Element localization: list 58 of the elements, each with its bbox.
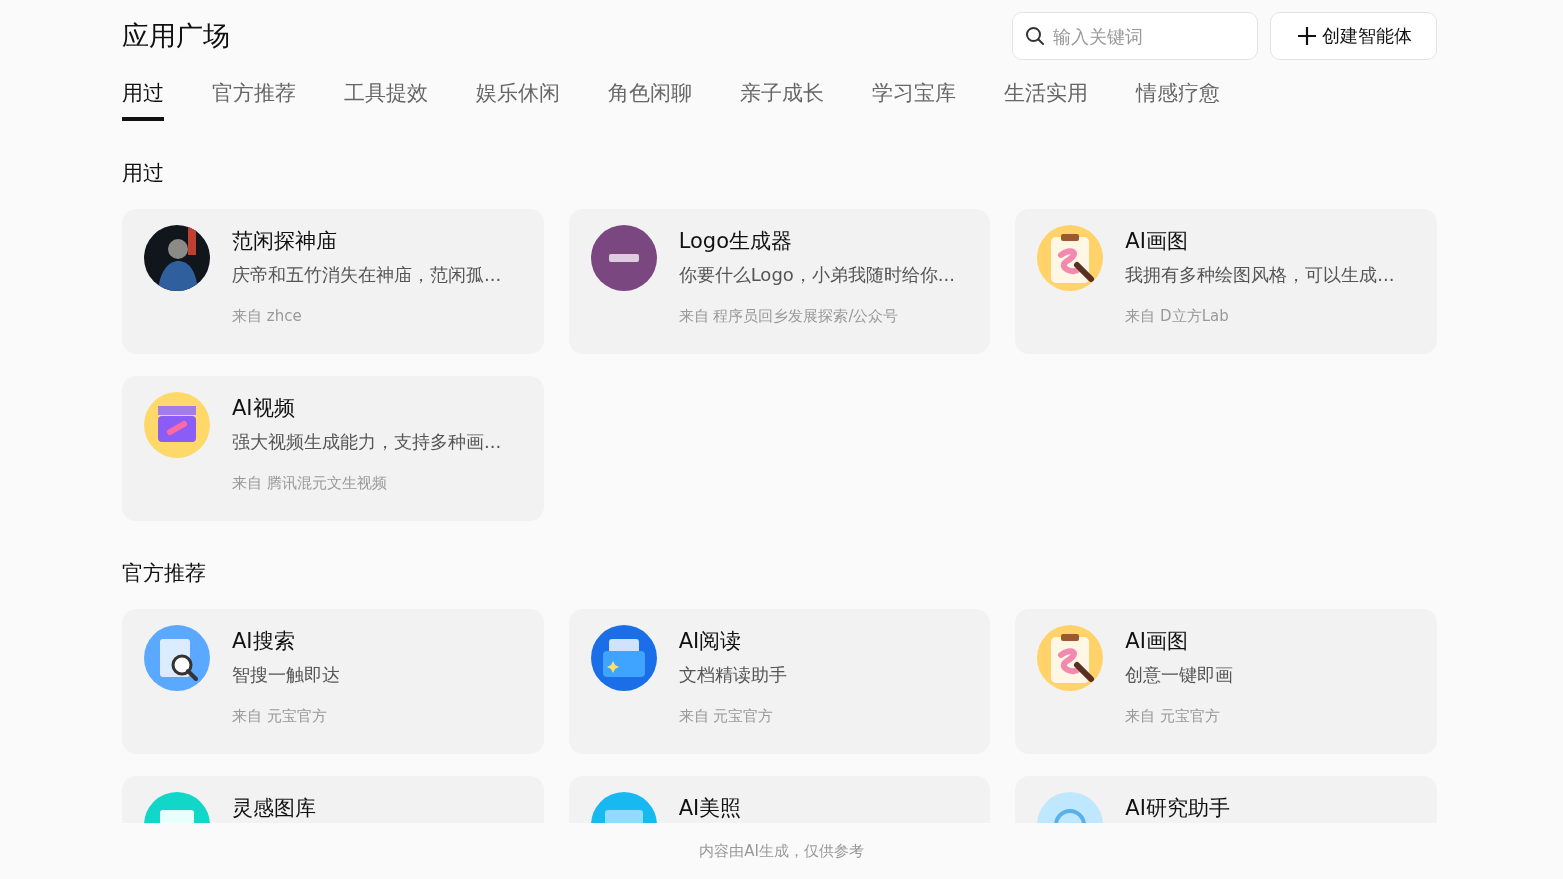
search-icon	[1025, 26, 1045, 46]
folder-icon	[590, 625, 657, 691]
category-tab[interactable]: 情感疗愈	[1136, 73, 1220, 121]
app-card[interactable]: AI阅读 文档精读助手 来自 元宝官方	[568, 609, 991, 754]
app-source: 来自 腾讯混元文生视频	[232, 474, 388, 493]
app-title: AI视频	[232, 395, 296, 422]
category-tab[interactable]: 官方推荐	[212, 73, 296, 121]
app-title: 灵感图库	[232, 795, 316, 822]
app-description: 文档精读助手	[678, 663, 787, 687]
category-tab[interactable]: 用过	[122, 73, 164, 121]
app-card[interactable]: AI研究助手	[1015, 776, 1437, 823]
plus-icon	[1295, 25, 1318, 47]
category-tab[interactable]: 娱乐休闲	[476, 73, 560, 121]
app-title: AI阅读	[678, 628, 743, 655]
clapperboard-icon	[144, 392, 210, 458]
app-title: 范闲探神庙	[232, 228, 338, 255]
section-heading: 用过	[122, 160, 165, 187]
category-tab[interactable]: 工具提效	[344, 73, 428, 121]
create-agent-button[interactable]: 创建智能体	[1270, 12, 1437, 60]
app-title: AI研究助手	[1125, 795, 1230, 822]
app-title: AI画图	[1125, 228, 1189, 255]
app-card[interactable]: AI画图 创意一键即画 来自 元宝官方	[1015, 609, 1437, 754]
app-title: Logo生成器	[678, 228, 793, 255]
search-field[interactable]: 输入关键词	[1012, 12, 1258, 60]
app-description: 智搜一触即达	[232, 663, 340, 687]
logo-icon	[590, 225, 657, 291]
category-tab[interactable]: 亲子成长	[740, 73, 824, 121]
app-card[interactable]: AI视频 强大视频生成能力，支持多种画... 来自 腾讯混元文生视频	[122, 376, 544, 521]
app-source: 来自 程序员回乡发展探索/公众号	[678, 307, 900, 326]
app-title: AI美照	[678, 795, 742, 822]
app-card[interactable]: Logo生成器 你要什么Logo，小弟我随时给你... 来自 程序员回乡发展探索/公众号	[568, 209, 991, 354]
category-tab[interactable]: 学习宝库	[872, 73, 956, 121]
page-title: 应用广场	[122, 19, 231, 53]
app-card[interactable]: 范闲探神庙 庆帝和五竹消失在神庙，范闲孤... 来自 zhce	[122, 209, 544, 354]
app-card[interactable]: 灵感图库	[122, 776, 544, 823]
app-description: 庆帝和五竹消失在神庙，范闲孤...	[232, 263, 502, 287]
app-title: AI搜索	[232, 628, 296, 655]
app-description: 我拥有多种绘图风格，可以生成...	[1125, 263, 1395, 287]
category-tab[interactable]: 生活实用	[1004, 73, 1088, 121]
app-card[interactable]: AI画图 我拥有多种绘图风格，可以生成... 来自 D立方Lab	[1015, 209, 1437, 354]
paintbrush-icon	[1037, 225, 1104, 291]
app-description: 创意一键即画	[1125, 663, 1234, 687]
category-tab[interactable]: 角色闲聊	[608, 73, 692, 121]
section-heading: 官方推荐	[122, 560, 207, 587]
app-source: 来自 zhce	[232, 307, 303, 326]
app-source: 来自 D立方Lab	[1125, 307, 1230, 326]
app-description: 强大视频生成能力，支持多种画...	[232, 430, 502, 454]
paintbrush-icon	[1037, 625, 1104, 691]
app-title: AI画图	[1125, 628, 1189, 655]
app-source: 来自 元宝官方	[678, 707, 775, 726]
app-source: 来自 元宝官方	[1125, 707, 1222, 726]
search-icon	[144, 625, 210, 691]
app-card[interactable]: AI美照	[568, 776, 991, 823]
disclaimer-text: 内容由AI生成，仅供参考	[699, 841, 864, 861]
app-description: 你要什么Logo，小弟我随时给你...	[678, 263, 955, 287]
app-card[interactable]: AI搜索 智搜一触即达 来自 元宝官方	[122, 609, 544, 754]
app-source: 来自 元宝官方	[232, 707, 328, 726]
search-input[interactable]: 输入关键词	[1051, 24, 1235, 48]
